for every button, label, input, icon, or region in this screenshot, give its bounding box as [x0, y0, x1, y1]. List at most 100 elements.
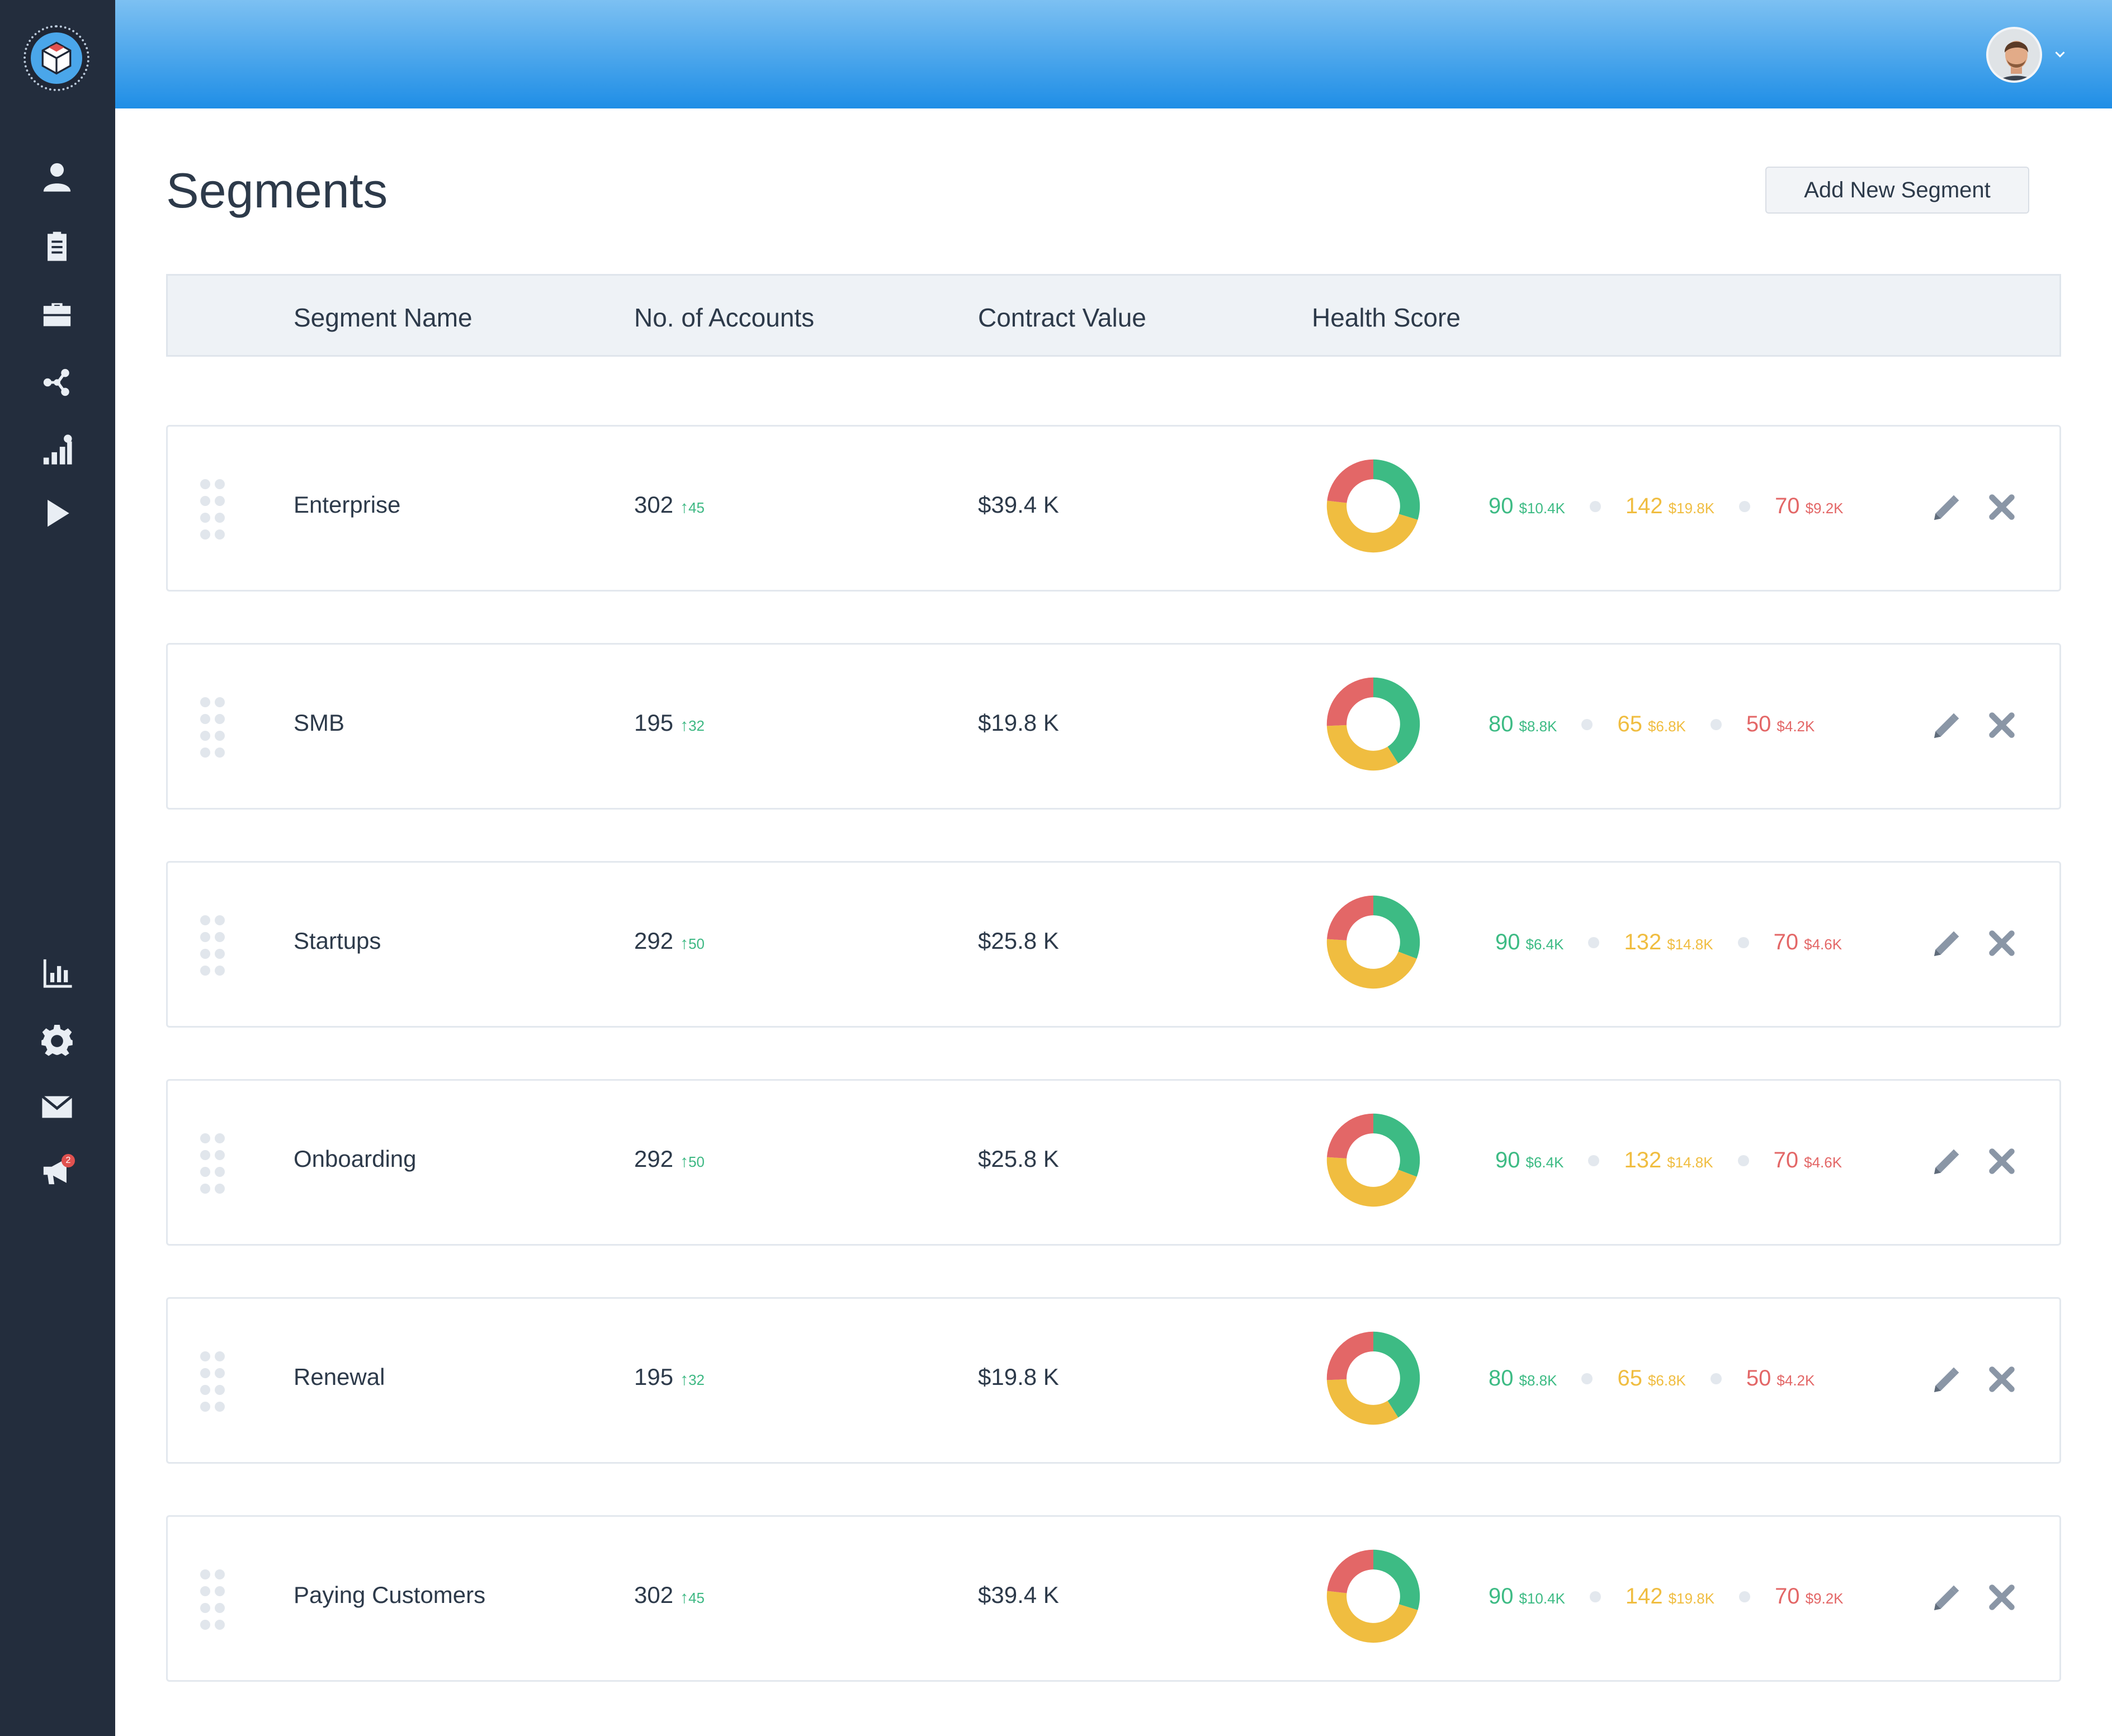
table-header: Segment Name No. of Accounts Contract Va…	[166, 274, 2061, 357]
nav-clipboard-icon[interactable]	[37, 226, 77, 266]
user-avatar[interactable]	[1986, 27, 2042, 83]
unhealthy-count: 70	[1773, 930, 1799, 954]
accounts-delta-value: 45	[688, 499, 705, 516]
at-risk-stat: 132 $14.8K	[1624, 930, 1713, 955]
at-risk-value: $14.8K	[1667, 936, 1713, 953]
nav-share-icon[interactable]	[37, 362, 77, 403]
health-score-donut	[1326, 1549, 1420, 1643]
drag-handle-icon[interactable]	[200, 1133, 231, 1196]
health-score-breakdown: 80 $8.8K 65 $6.8K 50 $4.2K	[1489, 712, 1815, 740]
segment-name[interactable]: Enterprise	[294, 491, 400, 518]
notification-badge: 2	[62, 1154, 75, 1167]
arrow-up-icon: ↑	[680, 716, 689, 735]
accounts-count: 302 ↑45	[634, 491, 705, 518]
accounts-count: 195 ↑32	[634, 1364, 705, 1390]
edit-icon[interactable]	[1930, 1147, 1962, 1178]
add-segment-button[interactable]: Add New Segment	[1765, 167, 2029, 214]
segment-name[interactable]: Renewal	[294, 1364, 385, 1390]
segment-row[interactable]: Renewal 195 ↑32 $19.8 K 80 $8.8K 65 $6.8K 50 $4.2…	[166, 1297, 2061, 1464]
nav-reports-icon[interactable]	[37, 953, 77, 993]
accounts-count: 292 ↑50	[634, 1146, 705, 1172]
accounts-delta-value: 32	[688, 1371, 705, 1388]
separator-dot	[1581, 1373, 1593, 1384]
chevron-down-icon[interactable]	[2052, 46, 2068, 63]
segment-name[interactable]: Paying Customers	[294, 1582, 485, 1609]
delete-icon[interactable]	[1985, 1144, 2019, 1178]
at-risk-slice	[1326, 725, 1398, 771]
column-header: Segment Name	[294, 303, 473, 332]
separator-dot	[1588, 1155, 1600, 1166]
at-risk-stat: 142 $19.8K	[1626, 1584, 1714, 1609]
healthy-count: 90	[1495, 930, 1520, 954]
nav-mail-icon[interactable]	[37, 1087, 77, 1127]
unhealthy-slice	[1327, 1549, 1373, 1593]
segment-name[interactable]: Startups	[294, 928, 381, 954]
edit-icon[interactable]	[1930, 711, 1962, 742]
segment-row[interactable]: Startups 292 ↑50 $25.8 K 90 $6.4K 132 $14.8K 70 $…	[166, 861, 2061, 1028]
contract-value: $25.8 K	[978, 1146, 1059, 1172]
segment-row[interactable]: Onboarding 292 ↑50 $25.8 K 90 $6.4K 132 $14.8K 7…	[166, 1079, 2061, 1246]
edit-icon[interactable]	[1930, 1365, 1962, 1396]
nav-revenue-chart-icon[interactable]	[37, 429, 77, 470]
drag-handle-icon[interactable]	[200, 915, 231, 978]
at-risk-value: $14.8K	[1667, 1154, 1713, 1171]
healthy-stat: 90 $6.4K	[1495, 1148, 1563, 1173]
edit-icon[interactable]	[1930, 929, 1962, 960]
health-score-donut	[1326, 895, 1420, 989]
unhealthy-slice	[1326, 1113, 1373, 1158]
delete-icon[interactable]	[1985, 1363, 2019, 1396]
app-logo[interactable]	[23, 25, 89, 91]
nav-users-icon[interactable]	[37, 157, 77, 197]
at-risk-value: $6.8K	[1647, 718, 1686, 735]
drag-handle-icon[interactable]	[200, 1569, 231, 1632]
delete-icon[interactable]	[1985, 1581, 2019, 1614]
healthy-slice	[1373, 459, 1420, 520]
healthy-slice	[1373, 1549, 1420, 1610]
separator-dot	[1710, 1373, 1722, 1384]
segment-name[interactable]: SMB	[294, 709, 344, 736]
unhealthy-stat: 50 $4.2K	[1746, 712, 1815, 737]
drag-handle-icon[interactable]	[200, 479, 231, 542]
unhealthy-count: 50	[1746, 1366, 1771, 1390]
segment-name[interactable]: Onboarding	[294, 1146, 417, 1172]
delete-icon[interactable]	[1985, 926, 2019, 960]
healthy-stat: 80 $8.8K	[1489, 1366, 1557, 1391]
at-risk-count: 65	[1617, 712, 1642, 736]
nav-play-icon[interactable]	[37, 493, 77, 533]
separator-dot	[1737, 936, 1749, 948]
unhealthy-stat: 70 $4.6K	[1774, 1148, 1842, 1173]
nav-announcements-icon[interactable]: 2	[37, 1151, 77, 1191]
unhealthy-slice	[1327, 459, 1373, 503]
top-bar	[115, 0, 2112, 108]
segment-row[interactable]: SMB 195 ↑32 $19.8 K 80 $8.8K 65 $6.8K 50 $4.2K	[166, 643, 2061, 810]
delete-icon[interactable]	[1985, 708, 2019, 742]
drag-handle-icon[interactable]	[200, 697, 231, 760]
accounts-value: 195	[634, 1364, 674, 1390]
healthy-value: $8.8K	[1519, 1372, 1557, 1389]
edit-icon[interactable]	[1930, 493, 1962, 524]
accounts-value: 195	[634, 709, 674, 736]
at-risk-stat: 65 $6.8K	[1617, 712, 1685, 737]
arrow-up-icon: ↑	[680, 1588, 689, 1607]
delete-icon[interactable]	[1985, 490, 2019, 524]
accounts-count: 302 ↑45	[634, 1582, 705, 1609]
separator-dot	[1737, 1155, 1749, 1166]
healthy-stat: 80 $8.8K	[1489, 712, 1557, 737]
at-risk-slice	[1326, 1379, 1398, 1425]
nav-settings-icon[interactable]	[37, 1021, 77, 1061]
accounts-value: 302	[634, 491, 674, 518]
arrow-up-icon: ↑	[680, 498, 689, 517]
segment-row[interactable]: Paying Customers 302 ↑45 $39.4 K 90 $10.4K 142…	[166, 1515, 2061, 1682]
unhealthy-value: $4.6K	[1804, 1154, 1842, 1171]
drag-handle-icon[interactable]	[200, 1351, 231, 1414]
health-score-donut	[1326, 677, 1420, 771]
accounts-value: 292	[634, 1146, 674, 1172]
segment-row[interactable]: Enterprise 302 ↑45 $39.4 K 90 $10.4K 142 $19.8K…	[166, 425, 2061, 592]
health-score-breakdown: 90 $6.4K 132 $14.8K 70 $4.6K	[1495, 930, 1842, 958]
edit-icon[interactable]	[1930, 1583, 1962, 1614]
unhealthy-stat: 70 $9.2K	[1775, 494, 1843, 519]
accounts-count: 195 ↑32	[634, 709, 705, 736]
nav-briefcase-icon[interactable]	[37, 295, 77, 335]
healthy-count: 90	[1489, 494, 1514, 518]
separator-dot	[1588, 936, 1600, 948]
